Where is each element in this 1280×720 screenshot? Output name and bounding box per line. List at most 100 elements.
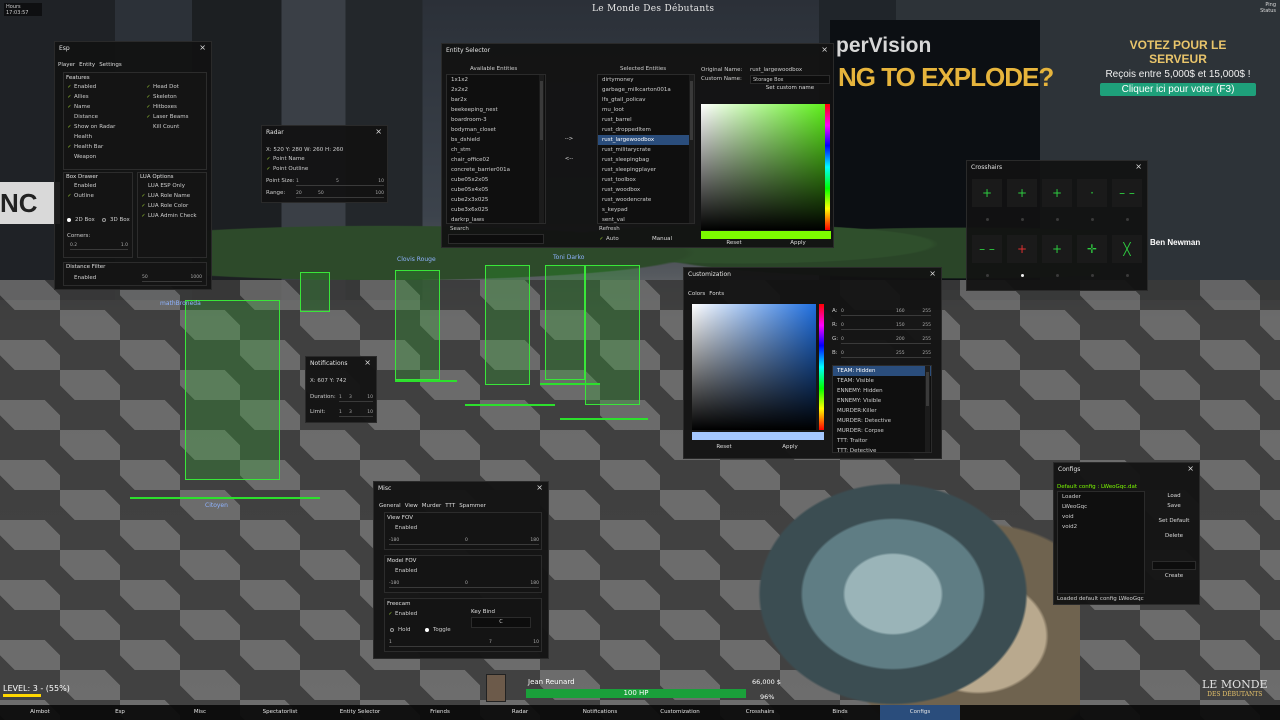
selected-entity-item[interactable]: rust_sleepingbag	[598, 155, 694, 165]
available-entity-item[interactable]: darkrp_laws	[447, 215, 545, 223]
crosshair-select-dot[interactable]	[1091, 274, 1094, 277]
freecam-enabled-checkbox[interactable]: ✓ Enabled	[388, 611, 417, 617]
feature-checkbox[interactable]: ✓ Hitboxes	[146, 104, 176, 110]
available-entity-item[interactable]: bar2x	[447, 95, 545, 105]
available-entity-item[interactable]: cube2x3x025	[447, 195, 545, 205]
limit-slider[interactable]: 1 3 10	[339, 410, 373, 417]
crosshair-option[interactable]: +	[1007, 179, 1037, 207]
view-fov-enabled-checkbox[interactable]: Enabled	[388, 525, 417, 531]
available-entity-item[interactable]: bodyman_closet	[447, 125, 545, 135]
channel-slider[interactable]: 0 200 255	[841, 337, 931, 344]
color-target-item[interactable]: MURDER: Detective	[833, 416, 931, 426]
color-picker-square[interactable]	[701, 104, 825, 230]
available-entity-item[interactable]: concrete_barrier001a	[447, 165, 545, 175]
menu-item[interactable]: Aimbot	[0, 705, 80, 720]
custom-name-input[interactable]: Storage Box	[750, 75, 830, 84]
distance-enabled-checkbox[interactable]: Enabled	[67, 275, 96, 281]
crosshair-option[interactable]: +	[1042, 235, 1072, 263]
channel-slider[interactable]: 0 255 255	[841, 351, 931, 358]
lua-option-checkbox[interactable]: ✓ LUA Role Color	[141, 203, 188, 209]
tab-player[interactable]: Player	[58, 62, 75, 68]
channel-slider[interactable]: 0 160 255	[841, 309, 931, 316]
selected-entity-item[interactable]: mu_loot	[598, 105, 694, 115]
tab-colors[interactable]: Colors	[688, 291, 705, 297]
feature-checkbox[interactable]: Health	[67, 134, 92, 140]
selected-entity-item[interactable]: sent_val	[598, 215, 694, 223]
available-entity-item[interactable]: cube05x4x05	[447, 185, 545, 195]
feature-checkbox[interactable]: Weapon	[67, 154, 96, 160]
scrollbar[interactable]	[925, 366, 930, 452]
vote-button[interactable]: Cliquer ici pour voter (F3)	[1100, 83, 1256, 96]
crosshair-select-dot[interactable]	[1021, 218, 1024, 221]
box-2d-radio[interactable]: 2D Box	[67, 217, 95, 223]
feature-checkbox[interactable]: ✓ Head Dot	[146, 84, 179, 90]
selected-entity-item[interactable]: rust_woodbox	[598, 185, 694, 195]
feature-checkbox[interactable]: ✓ Show on Radar	[67, 124, 115, 130]
crosshair-select-dot[interactable]	[986, 274, 989, 277]
crosshair-option[interactable]: ╳	[1112, 235, 1142, 263]
config-item[interactable]: void2	[1058, 522, 1144, 532]
color-target-item[interactable]: MURDER: Corpse	[833, 426, 931, 436]
crosshair-select-dot[interactable]	[1021, 274, 1024, 277]
close-icon[interactable]: ×	[1135, 162, 1142, 171]
color-target-item[interactable]: TTT: Detective	[833, 446, 931, 452]
feature-checkbox[interactable]: Distance	[67, 114, 98, 120]
selected-entity-item[interactable]: lfs_gtaiI_policav	[598, 95, 694, 105]
selected-entity-item[interactable]: garbage_milkcarton001a	[598, 85, 694, 95]
crosshair-select-dot[interactable]	[986, 218, 989, 221]
selected-entity-item[interactable]: dirtymoney	[598, 75, 694, 85]
lua-option-checkbox[interactable]: LUA ESP Only	[141, 183, 185, 189]
feature-checkbox[interactable]: ✓ Laser Beams	[146, 114, 188, 120]
close-icon[interactable]: ×	[929, 269, 936, 278]
available-entity-item[interactable]: ch_stm	[447, 145, 545, 155]
selected-entity-item[interactable]: rust_toolbox	[598, 175, 694, 185]
crosshair-option[interactable]: +	[1042, 179, 1072, 207]
tab-general[interactable]: General	[379, 503, 401, 509]
selected-entity-item[interactable]: rust_woodencrate	[598, 195, 694, 205]
move-right-button[interactable]: -->	[562, 136, 576, 142]
config-item[interactable]: Loader	[1058, 492, 1144, 502]
selected-entity-item[interactable]: rust_sleepingplayer	[598, 165, 694, 175]
auto-refresh-checkbox[interactable]: ✓ Auto	[599, 236, 618, 242]
tab-murder[interactable]: Murder	[422, 503, 442, 509]
point-size-slider[interactable]: 1 5 10	[296, 179, 384, 186]
available-entity-item[interactable]: chair_office02	[447, 155, 545, 165]
point-name-checkbox[interactable]: ✓ Point Name	[266, 156, 304, 162]
tab-entity[interactable]: Entity	[79, 62, 95, 68]
model-fov-enabled-checkbox[interactable]: Enabled	[388, 568, 417, 574]
menu-item[interactable]: Misc	[160, 705, 240, 720]
box-3d-radio[interactable]: 3D Box	[102, 217, 130, 223]
point-outline-checkbox[interactable]: ✓ Point Outline	[266, 166, 308, 172]
crosshair-select-dot[interactable]	[1091, 218, 1094, 221]
hold-radio[interactable]: Hold	[390, 627, 411, 633]
tab-fonts[interactable]: Fonts	[709, 291, 724, 297]
crosshair-option[interactable]: +	[1007, 235, 1037, 263]
tab-view[interactable]: View	[405, 503, 418, 509]
hue-slider[interactable]	[825, 104, 830, 230]
crosshair-option[interactable]: ·	[1077, 179, 1107, 207]
menu-item[interactable]: Notifications	[560, 705, 640, 720]
crosshair-option[interactable]: ✛	[1077, 235, 1107, 263]
color-target-item[interactable]: MURDER:Killer	[833, 406, 931, 416]
feature-checkbox[interactable]: ✓ Skeleton	[146, 94, 176, 100]
scrollbar[interactable]	[539, 75, 544, 223]
set-default-button[interactable]: Set Default	[1152, 518, 1196, 524]
color-target-item[interactable]: TEAM: Hidden	[833, 366, 931, 376]
duration-slider[interactable]: 1 3 10	[339, 395, 373, 402]
selected-entity-item[interactable]: rust_barrel	[598, 115, 694, 125]
available-entity-item[interactable]: bs_dshield	[447, 135, 545, 145]
menu-item[interactable]: Friends	[400, 705, 480, 720]
menu-item[interactable]: Entity Selector	[320, 705, 400, 720]
selected-entity-item[interactable]: s_keypad	[598, 205, 694, 215]
manual-refresh-button[interactable]: Manual	[642, 236, 682, 242]
distance-slider[interactable]: 50 1000	[142, 275, 202, 282]
close-icon[interactable]: ×	[199, 43, 206, 52]
channel-slider[interactable]: 0 150 255	[841, 323, 931, 330]
feature-checkbox[interactable]: ✓ Name	[67, 104, 90, 110]
menu-item[interactable]: Esp	[80, 705, 160, 720]
menu-item[interactable]: Spectatorlist	[240, 705, 320, 720]
apply-button[interactable]: Apply	[788, 240, 808, 246]
feature-checkbox[interactable]: Kill Count	[146, 124, 179, 130]
close-icon[interactable]: ×	[536, 483, 543, 492]
crosshair-option[interactable]: +	[972, 179, 1002, 207]
